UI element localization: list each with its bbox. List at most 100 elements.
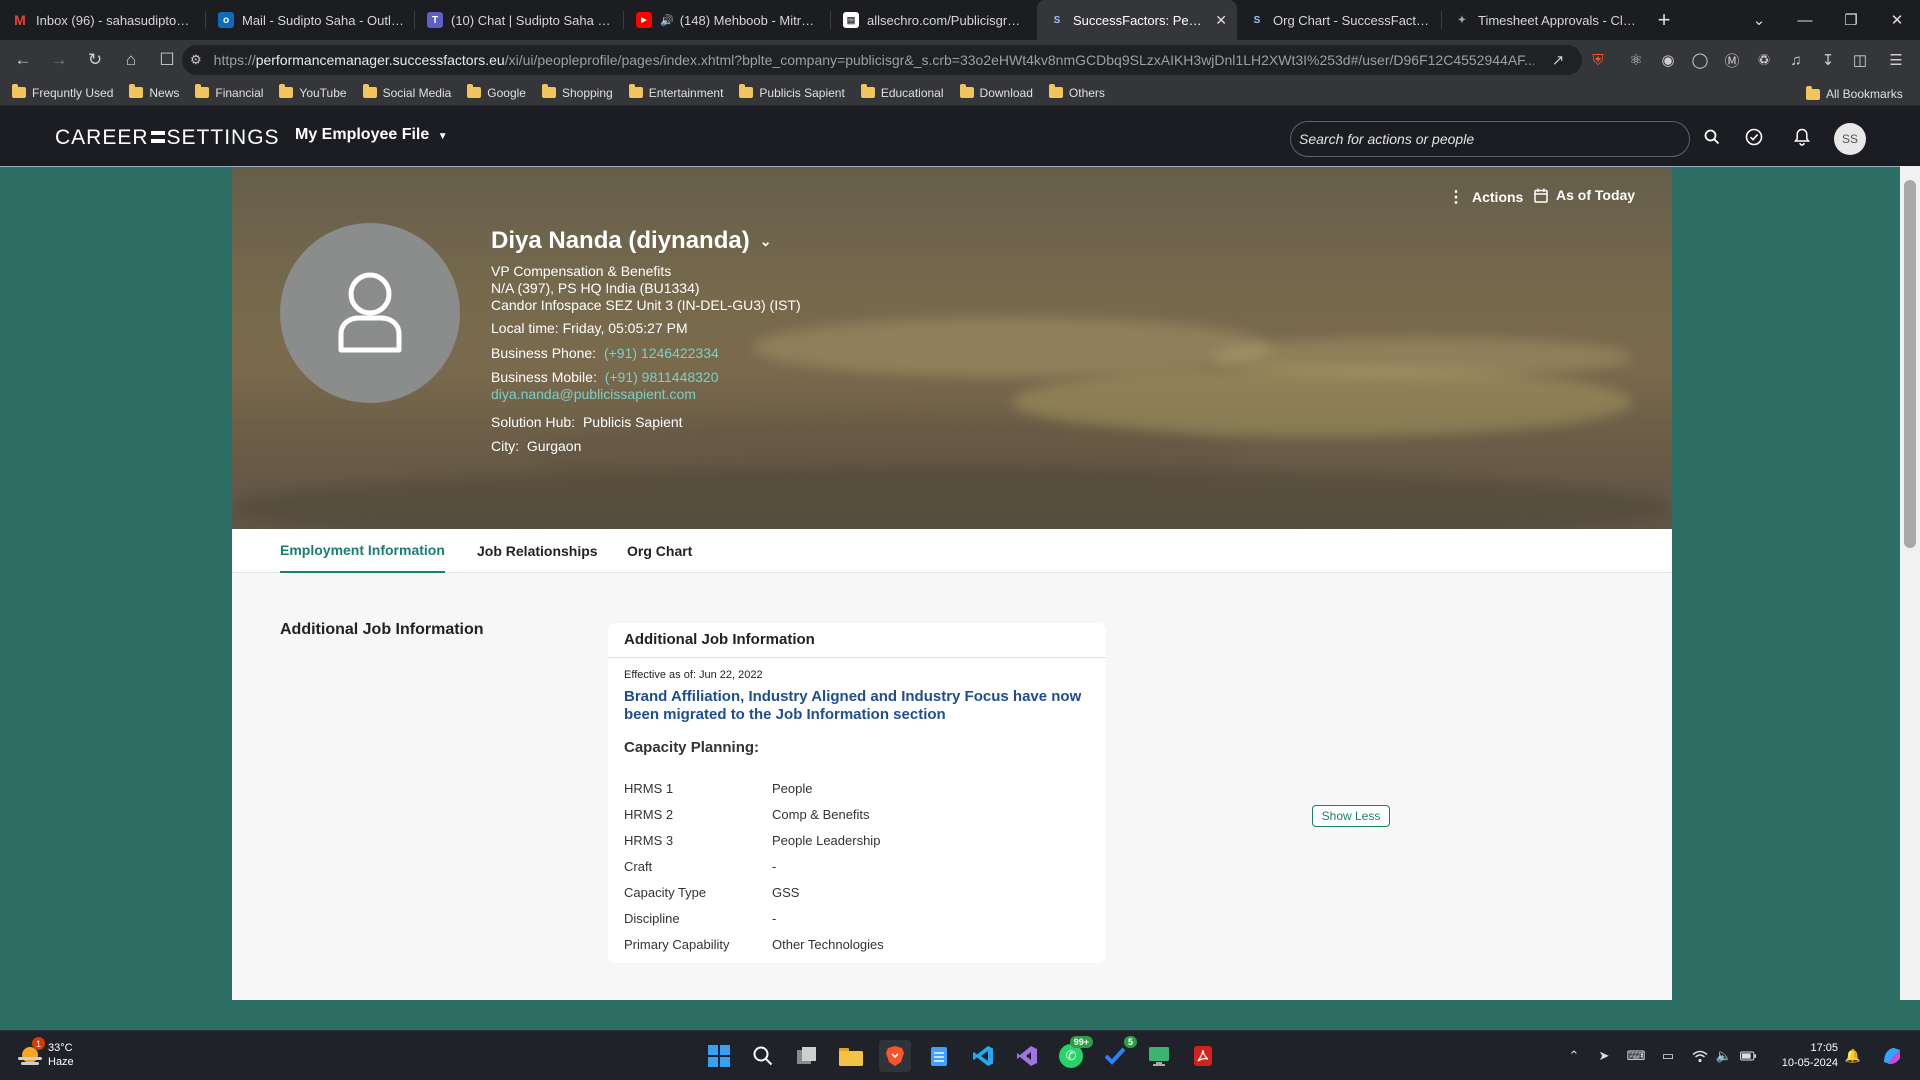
notification-bell-icon[interactable]: 🔔 [1845,1048,1861,1064]
windows-taskbar: 1 33°C Haze ✆ 99+ 5 ⌃ ➤ ⌨ ▭ 🔈 17:05 10-0… [0,1030,1920,1080]
grammarly-icon[interactable]: Ⓜ [1720,48,1744,72]
tab-title: Inbox (96) - sahasudipto336@ [36,12,195,28]
show-less-button[interactable]: Show Less [1312,805,1390,827]
notifications-bell-icon[interactable] [1790,125,1814,149]
profile-tabs: Employment Information Job Relationships… [232,529,1672,573]
capacity-planning-list: HRMS 1 People HRMS 2 Comp & Benefits HRMS … [624,775,1094,957]
taskbar-search-icon[interactable] [747,1040,779,1072]
bookmark-folder[interactable]: Entertainment [628,84,723,100]
close-tab-icon[interactable]: ✕ [1215,12,1227,29]
folder-icon [467,84,482,98]
bookmark-folder[interactable]: Frequntly Used [12,84,113,100]
bookmark-folder[interactable]: Educational [860,84,944,100]
folder-icon [860,84,875,98]
address-bar[interactable]: ⚙ https://performancemanager.successfact… [182,45,1582,75]
vscode-icon[interactable] [967,1040,999,1072]
brave-shield-icon[interactable]: ⛨ [1586,48,1610,72]
tab-job-relationships[interactable]: Job Relationships [477,529,598,573]
copilot-icon[interactable] [1880,1044,1904,1068]
migration-notice: Brand Affiliation, Industry Aligned and … [624,688,1082,723]
visual-studio-icon[interactable] [1011,1040,1043,1072]
business-phone-link[interactable]: (+91) 1246422334 [604,345,719,361]
menu-icon[interactable]: ☰ [1884,48,1908,72]
extension-ghost-icon[interactable]: ◉ [1656,48,1680,72]
whatsapp-badge: 99+ [1069,1036,1093,1048]
chevron-down-icon[interactable]: ⌄ [760,233,772,250]
module-menu[interactable]: My Employee File ▼ [295,126,448,144]
weather-widget[interactable]: 1 33°C Haze [18,1037,74,1069]
browser-tab-youtube[interactable]: ▶ 🔊 (148) Mehboob - Mitraz R [624,0,830,40]
browser-tab-outlook[interactable]: o Mail - Sudipto Saha - Outlook [206,0,414,40]
location-icon[interactable]: ➤ [1596,1048,1612,1064]
close-window-button[interactable]: ✕ [1874,0,1920,40]
home-button[interactable]: ⌂ [114,43,148,77]
profile-photo-placeholder[interactable] [280,223,460,403]
brave-browser-icon[interactable] [879,1040,911,1072]
reload-button[interactable]: ↻ [78,43,112,77]
bookmark-folder[interactable]: Others [1048,84,1105,100]
all-bookmarks[interactable]: All Bookmarks [1806,85,1903,101]
solution-hub-label: Solution Hub: [491,414,576,430]
bookmark-folder[interactable]: Download [959,84,1033,100]
whatsapp-icon[interactable]: ✆ 99+ [1055,1036,1093,1072]
download-icon[interactable]: ↧ [1816,48,1840,72]
browser-tab-clarizen[interactable]: ✦ Timesheet Approvals - Clarize [1442,0,1646,40]
battery-icon[interactable] [1740,1048,1756,1064]
extension-circle-icon[interactable]: ◯ [1688,48,1712,72]
system-clock[interactable]: 17:05 10-05-2024 [1774,1041,1838,1071]
remote-desktop-icon[interactable] [1143,1040,1175,1072]
browser-tab-orgchart[interactable]: S Org Chart - SuccessFactors [1237,0,1441,40]
bookmark-folder[interactable]: YouTube [279,84,347,100]
approvals-check-icon[interactable] [1742,125,1766,149]
search-input[interactable] [1290,121,1690,157]
bookmark-folder[interactable]: Social Media [362,84,451,100]
tab-search-icon[interactable]: ⌄ [1736,0,1782,40]
profile-name[interactable]: Diya Nanda (diynanda) ⌄ [491,227,801,255]
back-button[interactable]: ← [6,43,40,77]
wifi-icon[interactable] [1692,1048,1708,1064]
extensions-puzzle-icon[interactable]: ♽ [1752,48,1776,72]
company-logo[interactable]: CAREER SETTINGS [55,126,280,150]
volume-icon[interactable]: 🔈 [1716,1048,1732,1064]
user-avatar[interactable]: SS [1834,123,1866,155]
tab-employment-information[interactable]: Employment Information [280,529,445,573]
show-hidden-icons-chevron-icon[interactable]: ⌃ [1566,1048,1582,1064]
email-link[interactable]: diya.nanda@publicissapient.com [491,386,801,403]
actions-button[interactable]: ⋮ Actions [1448,187,1523,207]
share-icon[interactable]: ↗ [1546,48,1570,72]
folder-icon [739,84,754,98]
bookmark-folder[interactable]: Google [467,84,526,100]
media-icon[interactable]: ♫ [1784,48,1808,72]
browser-tab-gmail[interactable]: M Inbox (96) - sahasudipto336@ [0,0,205,40]
sidebar-icon[interactable]: ◫ [1848,48,1872,72]
bookmark-folder[interactable]: Publicis Sapient [739,84,845,100]
windows-start-icon[interactable] [703,1040,735,1072]
restore-button[interactable]: ❐ [1828,0,1874,40]
tab-org-chart[interactable]: Org Chart [627,529,692,573]
minimize-button[interactable]: — [1782,0,1828,40]
acrobat-icon[interactable] [1187,1040,1219,1072]
notepad-icon[interactable] [923,1040,955,1072]
business-mobile-link[interactable]: (+91) 9811448320 [605,369,719,385]
todo-icon[interactable]: 5 [1099,1036,1137,1072]
user-initials: SS [1841,132,1858,146]
browser-tab-allsec[interactable]: ▤ allsechro.com/Publicisgroupe/ [831,0,1037,40]
site-info-icon[interactable]: ⚙ [190,52,202,68]
new-tab-button[interactable]: + [1646,0,1682,40]
bookmark-folder[interactable]: Shopping [541,84,613,100]
forward-button[interactable]: → [42,43,76,77]
scrollbar-thumb[interactable] [1904,180,1916,548]
field-row: Capacity Type GSS [624,879,1094,905]
search-icon[interactable] [1700,125,1724,149]
file-explorer-icon[interactable] [835,1040,867,1072]
display-icon[interactable]: ▭ [1660,1048,1676,1064]
bookmark-folder[interactable]: News [129,84,179,100]
task-view-icon[interactable] [791,1040,823,1072]
extension-react-icon[interactable]: ⚛ [1624,48,1648,72]
keyboard-icon[interactable]: ⌨ [1627,1048,1646,1064]
as-of-date-button[interactable]: As of Today [1534,187,1635,203]
browser-tab-successfactors-active[interactable]: S SuccessFactors: People Pr ✕ [1037,0,1237,40]
bookmark-icon[interactable]: ☐ [150,43,184,77]
browser-tab-teams[interactable]: T (10) Chat | Sudipto Saha (You) [415,0,623,40]
bookmark-folder[interactable]: Financial [195,84,263,100]
